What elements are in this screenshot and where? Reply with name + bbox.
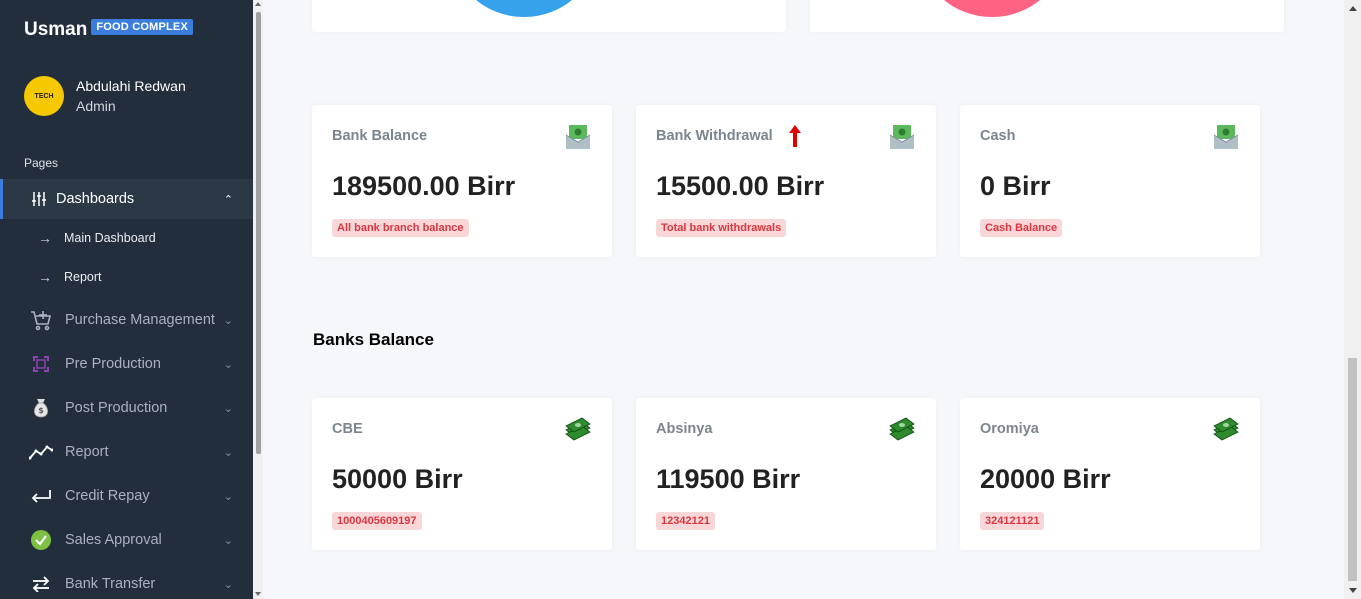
bank-card-oromiya: Oromiya 20000 Birr 324121121: [960, 398, 1260, 550]
sidebar-item-label: Dashboards: [56, 191, 135, 207]
sidebar-subitem-main-dashboard[interactable]: → Main Dashboard: [0, 223, 253, 253]
user-role: Admin: [76, 98, 116, 114]
summary-card-bank-withdrawal: Bank Withdrawal 15500.00 Birr Total bank…: [636, 105, 936, 257]
money-envelope-icon: [888, 123, 916, 151]
banks-balance-heading: Banks Balance: [313, 330, 434, 349]
avatar-logo-text: TECH: [34, 92, 54, 100]
card-title: CBE: [332, 421, 363, 437]
scroll-up-arrow-icon[interactable]: [1349, 6, 1357, 11]
sidebar-item-label: Pre Production: [65, 356, 161, 372]
card-title: Oromiya: [980, 421, 1039, 437]
check-badge-icon: [29, 528, 53, 552]
summary-card-cash: Cash 0 Birr Cash Balance: [960, 105, 1260, 257]
card-value: 189500.00 Birr: [332, 171, 516, 201]
pie-chart-slice: [944, 0, 1040, 17]
sidebar-item-post-production[interactable]: $ Post Production ⌄: [0, 388, 253, 428]
card-title: Bank Balance: [332, 128, 428, 144]
sidebar-item-credit-repay[interactable]: Credit Repay ⌄: [0, 476, 253, 516]
frame-icon: [29, 352, 53, 376]
sidebar-scrollbar-thumb[interactable]: [256, 12, 261, 454]
sidebar: Usman FOOD COMPLEX TECH Abdulahi Redwan …: [0, 0, 253, 599]
chevron-down-icon: ⌄: [223, 490, 233, 503]
chevron-down-icon: ⌄: [223, 314, 233, 327]
scroll-down-arrow-icon[interactable]: [1349, 588, 1357, 593]
pie-chart-card: [312, 0, 786, 32]
brand[interactable]: Usman FOOD COMPLEX: [24, 19, 193, 41]
up-arrow-icon: [788, 125, 802, 152]
svg-text:$: $: [38, 406, 44, 415]
sidebar-item-purchase-management[interactable]: Purchase Management ⌄: [0, 300, 253, 340]
chevron-down-icon: ⌄: [223, 446, 233, 459]
scroll-up-arrow-icon[interactable]: [255, 2, 261, 6]
money-envelope-icon: [564, 123, 592, 151]
transfer-arrows-icon: [29, 572, 53, 596]
scroll-down-arrow-icon[interactable]: [255, 592, 261, 596]
sidebar-item-label: Bank Transfer: [65, 576, 156, 592]
sidebar-item-dashboards[interactable]: Dashboards ⌃: [0, 179, 253, 219]
sidebar-item-label: Post Production: [65, 400, 168, 416]
money-stack-icon: [564, 416, 592, 444]
sidebar-scrollbar[interactable]: [253, 0, 263, 599]
card-badge: 324121121: [980, 512, 1045, 530]
sidebar-item-bank-transfer[interactable]: Bank Transfer ⌄: [0, 564, 253, 599]
pie-chart-card: [810, 0, 1284, 32]
sidebar-subitem-report[interactable]: → Report: [0, 262, 253, 292]
card-value: 0 Birr: [980, 171, 1051, 201]
trend-line-icon: [29, 440, 53, 464]
brand-name: Usman: [24, 19, 88, 40]
card-title: Absinya: [656, 421, 713, 437]
sidebar-subitem-label: Report: [64, 270, 102, 284]
sidebar-item-label: Sales Approval: [65, 532, 162, 548]
card-value: 20000 Birr: [980, 464, 1111, 494]
arrow-right-icon: →: [38, 230, 52, 246]
return-arrow-icon: [29, 484, 53, 508]
sliders-icon: [27, 187, 51, 211]
money-envelope-icon: [1212, 123, 1240, 151]
summary-card-bank-balance: Bank Balance 189500.00 Birr All bank bra…: [312, 105, 612, 257]
chevron-up-icon: ⌃: [223, 193, 233, 206]
sidebar-item-report[interactable]: Report ⌄: [0, 432, 253, 472]
cart-plus-icon: [29, 308, 53, 332]
money-stack-icon: [888, 416, 916, 444]
card-badge: All bank branch balance: [332, 219, 469, 237]
pie-chart-slice: [476, 0, 572, 17]
chevron-down-icon: ⌄: [223, 534, 233, 547]
user-name: Abdulahi Redwan: [76, 78, 186, 94]
sidebar-item-label: Purchase Management: [65, 312, 215, 328]
arrow-right-icon: →: [38, 269, 52, 285]
bank-card-absinya: Absinya 119500 Birr 12342121: [636, 398, 936, 550]
chevron-down-icon: ⌄: [223, 402, 233, 415]
sidebar-item-label: Report: [65, 444, 109, 460]
user-profile[interactable]: TECH Abdulahi Redwan Admin: [24, 76, 186, 116]
sidebar-item-sales-approval[interactable]: Sales Approval ⌄: [0, 520, 253, 560]
card-title: Cash: [980, 128, 1016, 144]
card-badge: Total bank withdrawals: [656, 219, 787, 237]
main-scrollbar-thumb[interactable]: [1348, 358, 1357, 581]
card-badge: Cash Balance: [980, 219, 1063, 237]
card-value: 15500.00 Birr: [656, 171, 825, 201]
chevron-down-icon: ⌄: [223, 358, 233, 371]
avatar: TECH: [24, 76, 64, 116]
bank-card-cbe: CBE 50000 Birr 1000405609197: [312, 398, 612, 550]
main-scrollbar[interactable]: [1344, 0, 1361, 599]
money-bag-icon: $: [29, 396, 53, 420]
sidebar-section-header: Pages: [24, 156, 59, 170]
sidebar-item-label: Credit Repay: [65, 488, 150, 504]
card-value: 50000 Birr: [332, 464, 463, 494]
card-value: 119500 Birr: [656, 464, 801, 494]
chevron-down-icon: ⌄: [223, 578, 233, 591]
money-stack-icon: [1212, 416, 1240, 444]
card-badge: 1000405609197: [332, 512, 422, 530]
sidebar-subitem-label: Main Dashboard: [64, 231, 156, 245]
card-badge: 12342121: [656, 512, 715, 530]
sidebar-item-pre-production[interactable]: Pre Production ⌄: [0, 344, 253, 384]
brand-badge: FOOD COMPLEX: [91, 19, 193, 35]
card-title: Bank Withdrawal: [656, 128, 773, 144]
